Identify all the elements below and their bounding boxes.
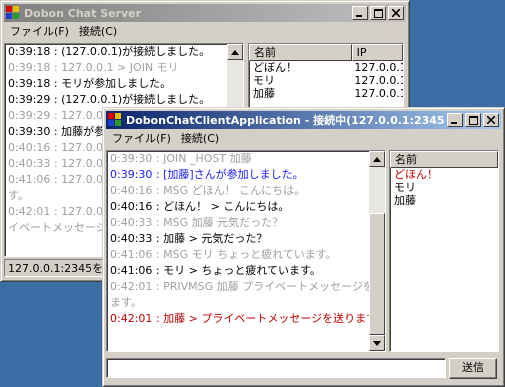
server-titlebar[interactable]: Dobon Chat Server (4, 4, 406, 22)
server-title: Dobon Chat Server (24, 6, 142, 20)
client-title: DobonChatClientApplication - 接続中(127.0.0… (126, 114, 445, 127)
client-menubar: ファイル(F) 接続(C) (106, 129, 501, 147)
scroll-down-icon[interactable] (369, 335, 385, 351)
log-line: 0:42:01 : PRIVMSG 加藤 プライベートメッセージを送り (110, 280, 386, 293)
table-row[interactable]: どぼん！ 127.0.0.1 (249, 61, 403, 74)
log-line: 0:41:06 : MSG モリ ちょっと疲れています。 (110, 248, 337, 261)
client-log-lines: 0:39:30 : JOIN _HOST 加藤 0:39:30 : [加藤]さんが… (107, 151, 385, 327)
user-name: モリ (394, 181, 416, 194)
user-name: 加藤 (394, 194, 416, 207)
close-icon[interactable] (483, 113, 499, 127)
list-item[interactable]: 加藤 (390, 194, 498, 207)
log-line: 0:39:18 : (127.0.0.1)が接続しました。 (8, 45, 211, 58)
log-line: 0:39:29 : (127.0.0.1)が接続しました。 (8, 93, 211, 106)
table-row[interactable]: 加藤 127.0.0.1 (249, 87, 403, 100)
close-icon[interactable] (388, 6, 404, 20)
list-item[interactable]: どほん！ (390, 168, 498, 181)
table-row[interactable]: モリ 127.0.0.1 (249, 74, 403, 87)
log-line: 0:40:33 : 加藤 > 元気だった？ (110, 232, 268, 245)
client-titlebar[interactable]: DobonChatClientApplication - 接続中(127.0.0… (106, 111, 501, 129)
log-line: 0:41:06 : モリ > ちょっと疲れています。 (110, 264, 321, 277)
send-button[interactable]: 送信 (449, 358, 497, 379)
log-line: 0:39:18 : 127.0.0.1 > JOIN モリ (8, 61, 179, 74)
client-log-scrollbar[interactable] (369, 151, 385, 351)
user-list-header: 名前 (390, 151, 498, 168)
column-name[interactable]: 名前 (249, 44, 352, 61)
column-ip[interactable]: IP (351, 44, 403, 61)
menu-connect[interactable]: 接続(C) (177, 130, 225, 146)
app-icon (108, 113, 122, 127)
user-ip: 127.0.0.1 (354, 61, 403, 74)
list-item[interactable]: モリ (390, 181, 498, 194)
user-name: どほん！ (394, 168, 438, 181)
menu-connect[interactable]: 接続(C) (75, 23, 123, 39)
server-menubar: ファイル(F) 接続(C) (4, 22, 406, 40)
log-line: 0:40:16 : MSG どほん！ こんにちは。 (110, 184, 306, 197)
log-line: 0:39:18 : モリが参加しました。 (8, 77, 172, 90)
app-icon (6, 6, 20, 20)
log-line: ます。 (110, 296, 142, 309)
log-line: 0:42:01 : 加藤 > プライベートメッセージを送ります。 (110, 312, 386, 325)
user-name: モリ (253, 74, 275, 87)
scroll-up-icon[interactable] (227, 44, 243, 60)
user-name: どぼん！ (253, 61, 297, 74)
minimize-icon[interactable] (352, 6, 368, 20)
user-list-header: 名前 IP (249, 44, 403, 61)
column-name[interactable]: 名前 (390, 151, 498, 168)
user-ip: 127.0.0.1 (354, 74, 403, 87)
message-input[interactable] (106, 358, 446, 378)
client-log[interactable]: 0:39:30 : JOIN _HOST 加藤 0:39:30 : [加藤]さんが… (106, 150, 386, 352)
maximize-icon[interactable] (370, 6, 386, 20)
scroll-thumb[interactable] (369, 213, 385, 335)
user-ip: 127.0.0.1 (354, 87, 403, 100)
maximize-icon[interactable] (465, 113, 481, 127)
client-window: DobonChatClientApplication - 接続中(127.0.0… (102, 107, 505, 387)
log-line: 0:40:16 : どほん！ > こんにちは。 (110, 200, 290, 213)
log-line: 0:39:30 : JOIN _HOST 加藤 (110, 152, 252, 165)
minimize-icon[interactable] (447, 113, 463, 127)
menu-file[interactable]: ファイル(F) (6, 23, 75, 39)
client-user-list[interactable]: 名前 どほん！ モリ 加藤 (389, 150, 499, 352)
scroll-up-icon[interactable] (369, 151, 385, 167)
menu-file[interactable]: ファイル(F) (108, 130, 177, 146)
client-users: どほん！ モリ 加藤 (390, 168, 498, 207)
user-name: 加藤 (253, 87, 275, 100)
log-line: 0:40:33 : MSG 加藤 元気だった？ (110, 216, 284, 229)
log-line: 0:39:30 : [加藤]さんが参加しました。 (110, 168, 304, 181)
